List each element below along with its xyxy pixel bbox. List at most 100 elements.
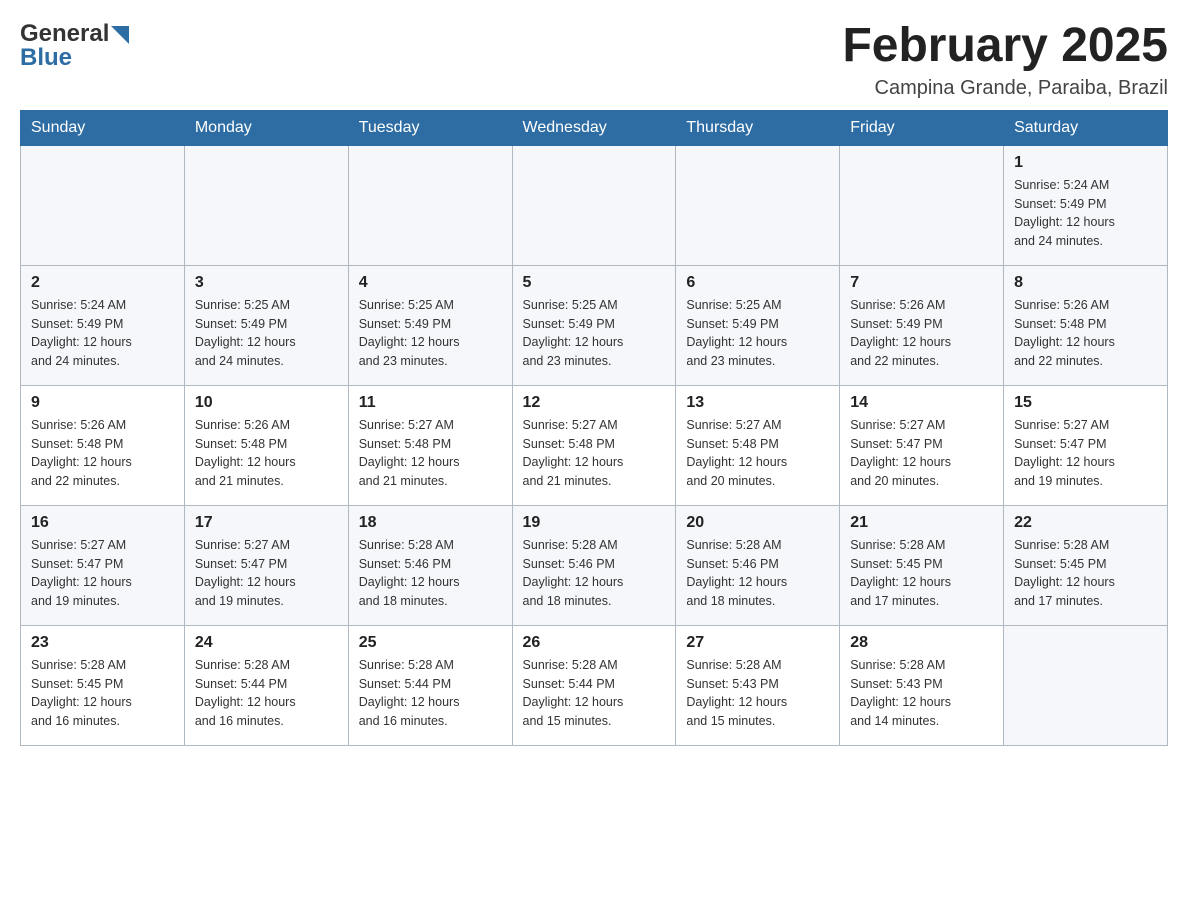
day-number: 27 — [686, 634, 829, 652]
day-number: 19 — [523, 514, 666, 532]
calendar-cell: 26Sunrise: 5:28 AM Sunset: 5:44 PM Dayli… — [512, 625, 676, 745]
day-number: 11 — [359, 394, 502, 412]
day-info: Sunrise: 5:25 AM Sunset: 5:49 PM Dayligh… — [523, 296, 666, 371]
weekday-header-sunday: Sunday — [21, 110, 185, 145]
day-number: 10 — [195, 394, 338, 412]
day-info: Sunrise: 5:28 AM Sunset: 5:46 PM Dayligh… — [523, 536, 666, 611]
calendar-cell — [1004, 625, 1168, 745]
day-number: 2 — [31, 274, 174, 292]
day-number: 7 — [850, 274, 993, 292]
day-info: Sunrise: 5:27 AM Sunset: 5:48 PM Dayligh… — [359, 416, 502, 491]
day-info: Sunrise: 5:28 AM Sunset: 5:45 PM Dayligh… — [850, 536, 993, 611]
calendar-cell — [512, 145, 676, 265]
calendar-cell: 9 Sunrise: 5:26 AM Sunset: 5:48 PM Daylig… — [21, 385, 185, 505]
calendar-cell — [676, 145, 840, 265]
location-subtitle: Campina Grande, Paraiba, Brazil — [842, 77, 1168, 100]
day-number: 15 — [1014, 394, 1157, 412]
calendar-cell: 23 Sunrise: 5:28 AM Sunset: 5:45 PM Dayli… — [21, 625, 185, 745]
calendar-cell: 28 Sunrise: 5:28 AM Sunset: 5:43 PM Dayli… — [840, 625, 1004, 745]
day-info: Sunrise: 5:28 AM Sunset: 5:45 PM Dayligh… — [1014, 536, 1157, 611]
weekday-header-thursday: Thursday — [676, 110, 840, 145]
day-info: Sunrise: 5:28 AM Sunset: 5:45 PM Dayligh… — [31, 656, 174, 731]
day-info: Sunrise: 5:28 AM Sunset: 5:46 PM Dayligh… — [686, 536, 829, 611]
day-info: Sunrise: 5:24 AM Sunset: 5:49 PM Dayligh… — [1014, 176, 1157, 251]
logo-blue-text: Blue — [20, 44, 72, 72]
day-info: Sunrise: 5:25 AM Sunset: 5:49 PM Dayligh… — [359, 296, 502, 371]
calendar-cell: 11 Sunrise: 5:27 AM Sunset: 5:48 PM Dayli… — [348, 385, 512, 505]
calendar-cell: 24 Sunrise: 5:28 AM Sunset: 5:44 PM Dayli… — [184, 625, 348, 745]
logo: General Blue — [20, 20, 129, 72]
calendar-cell: 14 Sunrise: 5:27 AM Sunset: 5:47 PM Dayli… — [840, 385, 1004, 505]
day-number: 26 — [523, 634, 666, 652]
calendar-week-row: 23 Sunrise: 5:28 AM Sunset: 5:45 PM Dayli… — [21, 625, 1168, 745]
day-info: Sunrise: 5:25 AM Sunset: 5:49 PM Dayligh… — [195, 296, 338, 371]
calendar-cell — [184, 145, 348, 265]
day-number: 23 — [31, 634, 174, 652]
calendar-cell: 16 Sunrise: 5:27 AM Sunset: 5:47 PM Dayli… — [21, 505, 185, 625]
calendar-table: SundayMondayTuesdayWednesdayThursdayFrid… — [20, 110, 1168, 746]
calendar-week-row: 9 Sunrise: 5:26 AM Sunset: 5:48 PM Daylig… — [21, 385, 1168, 505]
day-number: 6 — [686, 274, 829, 292]
day-number: 22 — [1014, 514, 1157, 532]
calendar-cell — [21, 145, 185, 265]
day-info: Sunrise: 5:27 AM Sunset: 5:48 PM Dayligh… — [686, 416, 829, 491]
calendar-cell: 17 Sunrise: 5:27 AM Sunset: 5:47 PM Dayli… — [184, 505, 348, 625]
calendar-cell: 5 Sunrise: 5:25 AM Sunset: 5:49 PM Daylig… — [512, 265, 676, 385]
day-number: 9 — [31, 394, 174, 412]
calendar-cell — [348, 145, 512, 265]
day-number: 16 — [31, 514, 174, 532]
day-number: 21 — [850, 514, 993, 532]
day-number: 17 — [195, 514, 338, 532]
day-number: 14 — [850, 394, 993, 412]
day-info: Sunrise: 5:26 AM Sunset: 5:49 PM Dayligh… — [850, 296, 993, 371]
day-info: Sunrise: 5:28 AM Sunset: 5:44 PM Dayligh… — [195, 656, 338, 731]
day-info: Sunrise: 5:27 AM Sunset: 5:47 PM Dayligh… — [195, 536, 338, 611]
calendar-cell: 3 Sunrise: 5:25 AM Sunset: 5:49 PM Daylig… — [184, 265, 348, 385]
calendar-cell: 20Sunrise: 5:28 AM Sunset: 5:46 PM Dayli… — [676, 505, 840, 625]
day-number: 24 — [195, 634, 338, 652]
logo-arrow-icon — [111, 26, 129, 44]
calendar-cell: 18Sunrise: 5:28 AM Sunset: 5:46 PM Dayli… — [348, 505, 512, 625]
calendar-cell — [840, 145, 1004, 265]
calendar-week-row: 2Sunrise: 5:24 AM Sunset: 5:49 PM Daylig… — [21, 265, 1168, 385]
weekday-header-wednesday: Wednesday — [512, 110, 676, 145]
calendar-cell: 21 Sunrise: 5:28 AM Sunset: 5:45 PM Dayli… — [840, 505, 1004, 625]
calendar-week-row: 1Sunrise: 5:24 AM Sunset: 5:49 PM Daylig… — [21, 145, 1168, 265]
day-info: Sunrise: 5:27 AM Sunset: 5:47 PM Dayligh… — [1014, 416, 1157, 491]
page-header: General Blue February 2025 Campina Grand… — [20, 20, 1168, 100]
day-info: Sunrise: 5:28 AM Sunset: 5:43 PM Dayligh… — [686, 656, 829, 731]
day-info: Sunrise: 5:28 AM Sunset: 5:43 PM Dayligh… — [850, 656, 993, 731]
calendar-cell: 12 Sunrise: 5:27 AM Sunset: 5:48 PM Dayli… — [512, 385, 676, 505]
calendar-cell: 8 Sunrise: 5:26 AM Sunset: 5:48 PM Daylig… — [1004, 265, 1168, 385]
calendar-cell: 13 Sunrise: 5:27 AM Sunset: 5:48 PM Dayli… — [676, 385, 840, 505]
day-number: 18 — [359, 514, 502, 532]
day-number: 25 — [359, 634, 502, 652]
day-info: Sunrise: 5:26 AM Sunset: 5:48 PM Dayligh… — [195, 416, 338, 491]
calendar-cell: 25Sunrise: 5:28 AM Sunset: 5:44 PM Dayli… — [348, 625, 512, 745]
weekday-header-tuesday: Tuesday — [348, 110, 512, 145]
calendar-cell: 2Sunrise: 5:24 AM Sunset: 5:49 PM Daylig… — [21, 265, 185, 385]
calendar-cell: 7 Sunrise: 5:26 AM Sunset: 5:49 PM Daylig… — [840, 265, 1004, 385]
day-number: 3 — [195, 274, 338, 292]
day-info: Sunrise: 5:27 AM Sunset: 5:48 PM Dayligh… — [523, 416, 666, 491]
day-number: 4 — [359, 274, 502, 292]
day-info: Sunrise: 5:27 AM Sunset: 5:47 PM Dayligh… — [31, 536, 174, 611]
calendar-cell: 1Sunrise: 5:24 AM Sunset: 5:49 PM Daylig… — [1004, 145, 1168, 265]
day-info: Sunrise: 5:27 AM Sunset: 5:47 PM Dayligh… — [850, 416, 993, 491]
day-info: Sunrise: 5:26 AM Sunset: 5:48 PM Dayligh… — [31, 416, 174, 491]
day-number: 5 — [523, 274, 666, 292]
weekday-header-monday: Monday — [184, 110, 348, 145]
calendar-cell: 15 Sunrise: 5:27 AM Sunset: 5:47 PM Dayli… — [1004, 385, 1168, 505]
day-info: Sunrise: 5:26 AM Sunset: 5:48 PM Dayligh… — [1014, 296, 1157, 371]
day-number: 28 — [850, 634, 993, 652]
calendar-cell: 6Sunrise: 5:25 AM Sunset: 5:49 PM Daylig… — [676, 265, 840, 385]
day-number: 12 — [523, 394, 666, 412]
title-block: February 2025 Campina Grande, Paraiba, B… — [842, 20, 1168, 100]
calendar-cell: 4 Sunrise: 5:25 AM Sunset: 5:49 PM Daylig… — [348, 265, 512, 385]
weekday-header-saturday: Saturday — [1004, 110, 1168, 145]
day-number: 8 — [1014, 274, 1157, 292]
month-title: February 2025 — [842, 20, 1168, 73]
weekday-header-friday: Friday — [840, 110, 1004, 145]
day-number: 13 — [686, 394, 829, 412]
calendar-week-row: 16 Sunrise: 5:27 AM Sunset: 5:47 PM Dayli… — [21, 505, 1168, 625]
